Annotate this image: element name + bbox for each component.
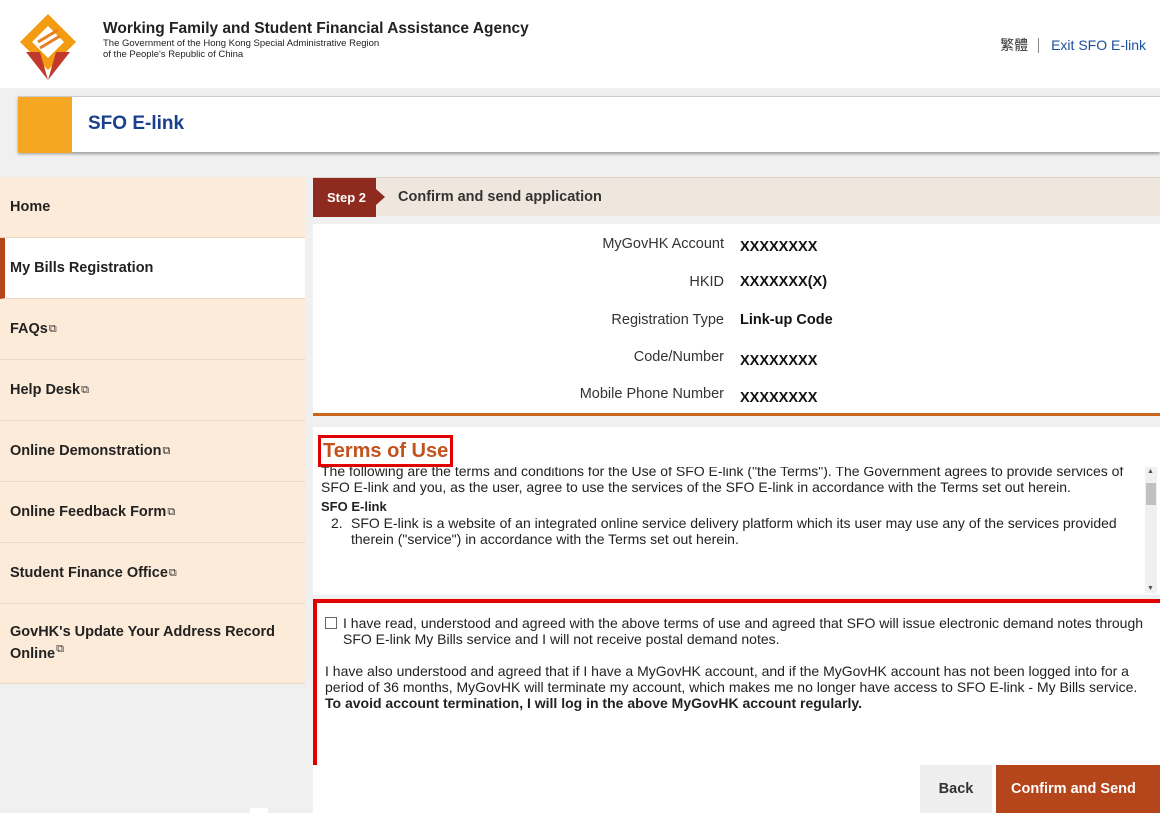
titlebar-accent	[18, 97, 72, 153]
sidebar-item-online-demonstration[interactable]: Online Demonstration ⧉	[0, 421, 305, 482]
application-details: MyGovHK Account XXXXXXXX HKID XXXXXXX(X)…	[313, 224, 1160, 416]
top-links: 繁體 Exit SFO E-link	[1000, 37, 1146, 53]
external-link-icon: ⧉	[81, 383, 89, 396]
sidebar-item-help-desk[interactable]: Help Desk ⧉	[0, 360, 305, 421]
detail-value: XXXXXXXX	[740, 239, 818, 255]
agreement-note-bold: To avoid account termination, I will log…	[325, 695, 863, 711]
agency-subtitle-line1: The Government of the Hong Kong Special …	[103, 38, 380, 49]
site-header: Working Family and Student Financial Ass…	[0, 0, 1160, 88]
sfo-logo-icon	[20, 14, 76, 80]
exit-link[interactable]: Exit SFO E-link	[1051, 37, 1146, 53]
language-switch-link[interactable]: 繁體	[1000, 37, 1040, 53]
agreement-checkbox-line: I have read, understood and agreed with …	[325, 615, 1152, 647]
step-indicator: Step 2 Confirm and send application	[313, 177, 1160, 217]
detail-value: XXXXXXXX	[740, 353, 818, 369]
action-bar: Back Confirm and Send	[313, 765, 1160, 813]
agency-subtitle-line2: of the People's Republic of China	[103, 49, 244, 60]
sidebar-item-label: GovHK's Update Your Address Record Onlin…	[10, 624, 305, 663]
agree-checkbox[interactable]	[325, 617, 337, 629]
external-link-icon: ⧉	[48, 322, 57, 335]
step-title: Confirm and send application	[398, 189, 602, 205]
sidebar-item-student-finance-office[interactable]: Student Finance Office ⧉	[0, 543, 305, 604]
agency-subtitle: The Government of the Hong Kong Special …	[103, 38, 423, 60]
detail-value: Link-up Code	[740, 312, 833, 328]
agency-title: Working Family and Student Financial Ass…	[103, 20, 529, 37]
agreement-text: I have read, understood and agreed with …	[343, 615, 1144, 647]
step-number-badge: Step 2	[313, 177, 386, 217]
agreement-box: I have read, understood and agreed with …	[313, 599, 1160, 775]
app-titlebar: SFO E-link	[18, 96, 1160, 153]
sidebar-item-label: Online Feedback Form	[10, 504, 167, 520]
page-title: SFO E-link	[88, 113, 185, 134]
sidebar-item-label: FAQs	[10, 321, 48, 337]
scroll-down-icon[interactable]: ▼	[1147, 585, 1154, 592]
terms-subheading: SFO E-link	[321, 499, 387, 514]
detail-label: MyGovHK Account	[602, 236, 724, 252]
scroll-indicator	[250, 808, 268, 813]
detail-value: XXXXXXXX	[740, 390, 818, 406]
terms-scrollbar[interactable]: ▲ ▼	[1145, 467, 1157, 593]
external-link-icon: ⧉	[162, 444, 171, 457]
sidebar-item-update-address[interactable]: GovHK's Update Your Address Record Onlin…	[0, 604, 305, 684]
sidebar-nav: Home My Bills Registration FAQs ⧉ Help De…	[0, 177, 305, 684]
detail-label: Registration Type	[611, 312, 724, 328]
scrollbar-thumb[interactable]	[1146, 483, 1156, 505]
terms-paragraph: The following are the terms and conditio…	[321, 467, 1124, 495]
sidebar-item-faqs[interactable]: FAQs ⧉	[0, 299, 305, 360]
sidebar-item-label-text: GovHK's Update Your Address Record Onlin…	[10, 624, 276, 662]
sidebar-item-label: Student Finance Office	[10, 565, 168, 581]
agreement-note-text: I have also understood and agreed that i…	[325, 663, 1138, 695]
terms-scroll-area[interactable]: The following are the terms and conditio…	[321, 467, 1141, 589]
terms-item-text: SFO E-link is a website of an integrated…	[351, 515, 1117, 547]
scroll-up-icon[interactable]: ▲	[1147, 468, 1154, 475]
terms-item-number: 2.	[331, 515, 343, 531]
detail-label: HKID	[689, 274, 724, 290]
terms-title: Terms of Use	[318, 435, 454, 467]
sidebar-item-label: My Bills Registration	[10, 260, 154, 276]
external-link-icon: ⧉	[168, 566, 177, 579]
terms-of-use-panel: Terms of Use The following are the terms…	[313, 427, 1160, 595]
confirm-and-send-button[interactable]: Confirm and Send	[996, 765, 1160, 813]
sidebar-item-label: Help Desk	[10, 382, 81, 398]
sidebar-item-label: Home	[10, 199, 51, 215]
main-content: Step 2 Confirm and send application MyGo…	[313, 177, 1160, 813]
terms-list-item: 2. SFO E-link is a website of an integra…	[321, 515, 1141, 547]
sidebar-item-my-bills-registration[interactable]: My Bills Registration	[0, 238, 305, 299]
detail-value: XXXXXXX(X)	[740, 274, 828, 290]
agreement-note: I have also understood and agreed that i…	[325, 663, 1152, 711]
external-link-icon: ⧉	[56, 643, 64, 656]
detail-label: Code/Number	[633, 349, 724, 365]
sidebar-item-label: Online Demonstration	[10, 443, 162, 459]
detail-label: Mobile Phone Number	[579, 386, 724, 402]
sidebar-item-home[interactable]: Home	[0, 177, 305, 238]
back-button[interactable]: Back	[920, 765, 992, 813]
external-link-icon: ⧉	[167, 505, 176, 518]
sidebar-item-online-feedback-form[interactable]: Online Feedback Form ⧉	[0, 482, 305, 543]
